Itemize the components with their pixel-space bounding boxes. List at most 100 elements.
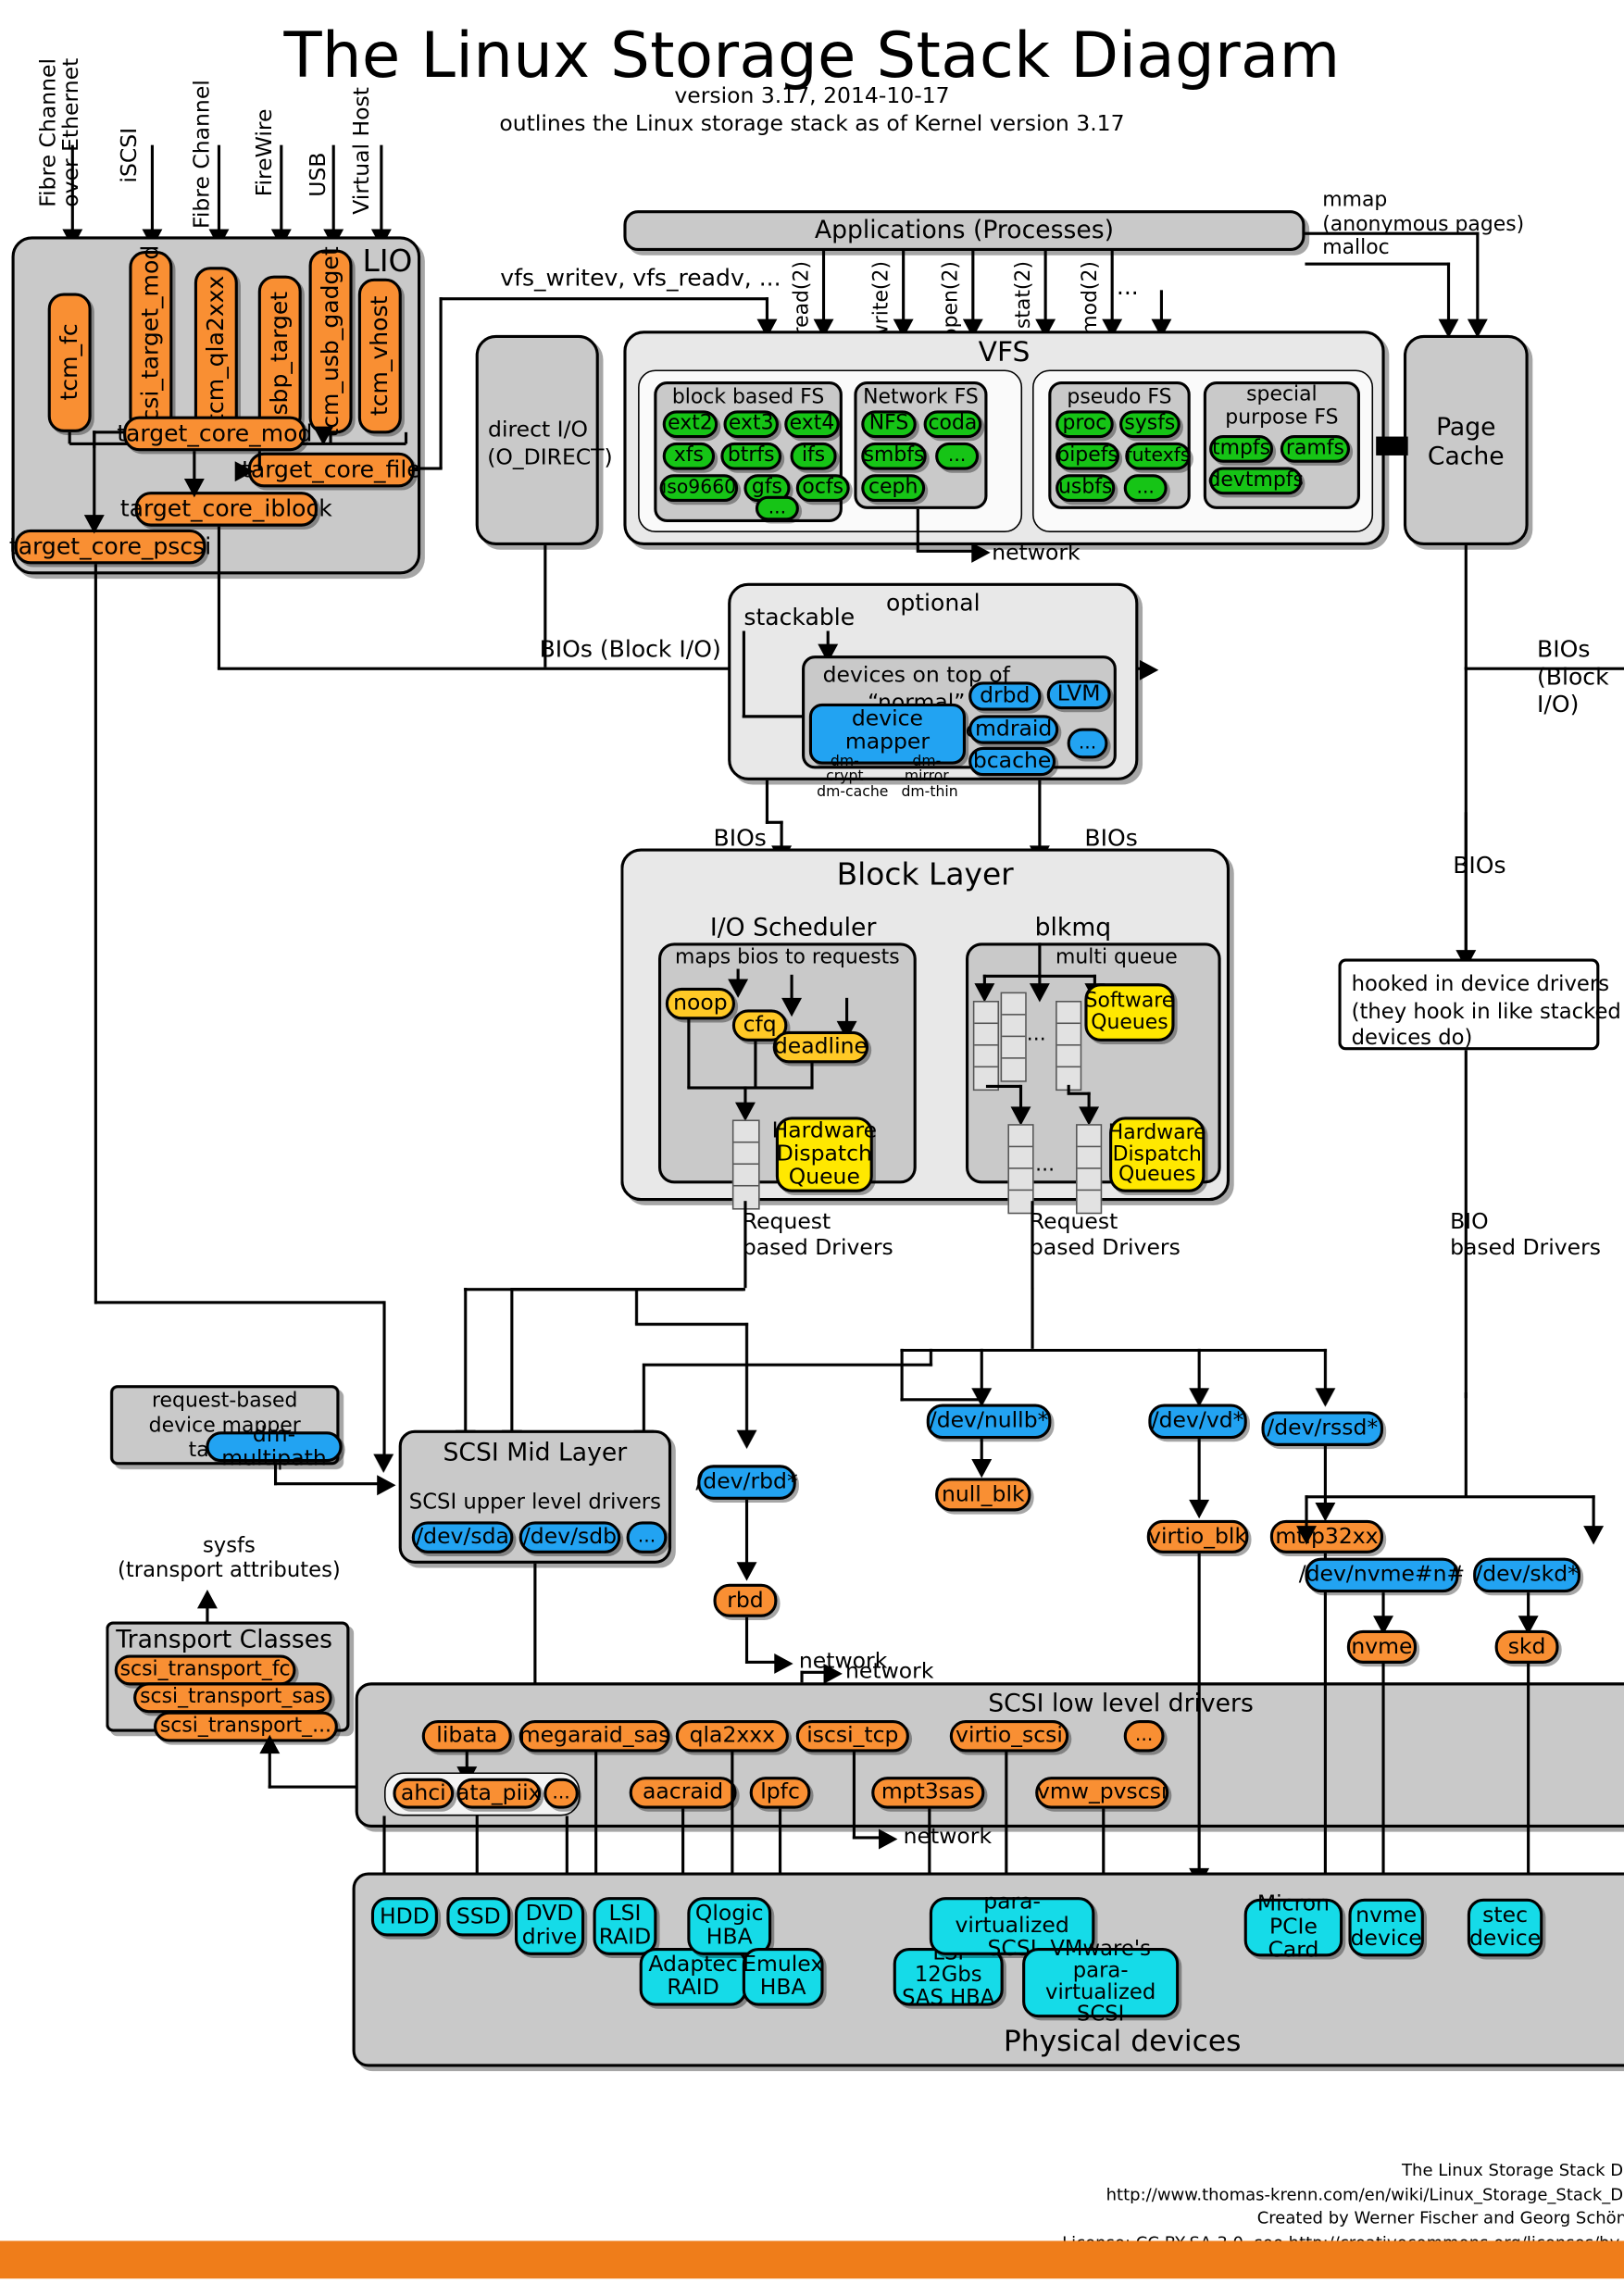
scsi-transport-fc[interactable]: scsi_transport_fc (114, 1654, 296, 1686)
fs-coda[interactable]: coda (923, 410, 982, 439)
driver-ata-more[interactable]: ... (543, 1778, 579, 1809)
fs-ramfs[interactable]: ramfs (1280, 434, 1351, 463)
driver-libata[interactable]: libata (421, 1720, 512, 1753)
stackable-mdraid[interactable]: mdraid (968, 715, 1059, 744)
ln-hooked-down (1464, 1050, 1468, 1399)
dev-vd[interactable]: /dev/vd* (1148, 1404, 1247, 1440)
fs-ext4-label: ext4 (789, 412, 835, 436)
ln-bus-mid (642, 1363, 932, 1366)
phys-nvme-device[interactable]: nvme device (1348, 1898, 1424, 1957)
fs-block-more[interactable]: ... (755, 495, 799, 521)
scsi-dev-sda[interactable]: /dev/sda (411, 1521, 514, 1554)
scsi-transport-more[interactable]: scsi_transport_... (154, 1711, 338, 1742)
driver-rbd[interactable]: rbd (713, 1583, 778, 1617)
fs-ext4[interactable]: ext4 (784, 410, 840, 439)
target-core-pscsi[interactable]: target_core_pscsi (9, 529, 211, 565)
hardware-queues-label-box[interactable]: Hardware Dispatch Queues (1108, 1117, 1206, 1192)
lio-module-tcm-qla2xxx[interactable]: tcm_qla2xxx (194, 267, 238, 432)
dev-skd[interactable]: /dev/skd* (1473, 1557, 1581, 1593)
driver-virtio-scsi[interactable]: virtio_scsi (949, 1720, 1069, 1753)
direct-io-line2: (O_DIRECT) (487, 443, 613, 470)
driver-scsi-more[interactable]: ... (1123, 1720, 1165, 1753)
hw-dispatch-queue-label-box[interactable]: Hardware Dispatch Queue (772, 1117, 877, 1192)
stackable-bcache[interactable]: bcache (968, 746, 1056, 777)
driver-nvme[interactable]: nvme (1346, 1629, 1418, 1664)
fs-ext2[interactable]: ext2 (662, 410, 718, 439)
lio-module-iscsi-target-mod[interactable]: iscsi_target_mod (129, 244, 173, 440)
driver-ahci[interactable]: ahci (393, 1778, 455, 1809)
phys-hdd[interactable]: HDD (370, 1897, 438, 1937)
dm-multipath[interactable]: dm-multipath (206, 1423, 343, 1468)
driver-lpfc[interactable]: lpfc (749, 1777, 811, 1809)
fs-network-more[interactable]: ... (935, 442, 980, 470)
scheduler-noop[interactable]: noop (665, 987, 735, 1020)
fs-nfs[interactable]: NFS (861, 410, 917, 439)
fs-pseudo-more[interactable]: ... (1123, 474, 1168, 503)
stackable-drbd[interactable]: drbd (968, 681, 1042, 711)
fs-sysfs[interactable]: sysfs (1119, 410, 1181, 439)
block-layer-title: Block Layer (836, 856, 1014, 892)
phys-lsi-raid[interactable]: LSI RAID (593, 1897, 657, 1955)
dev-nvme[interactable]: /dev/nvme#n# (1299, 1557, 1465, 1593)
software-queues-label-box[interactable]: Software Queues (1084, 983, 1175, 1042)
arrow-line-fc (217, 144, 221, 237)
driver-mtip32xx[interactable]: mtip32xx (1269, 1519, 1384, 1554)
lio-module-sbp-target[interactable]: sbp_target (257, 275, 302, 432)
driver-aacraid[interactable]: aacraid (629, 1777, 737, 1809)
driver-mpt3sas[interactable]: mpt3sas (871, 1777, 985, 1809)
ln-read (821, 249, 826, 327)
fs-usbfs[interactable]: usbfs (1056, 474, 1116, 503)
target-core-iblock-label: target_core_iblock (119, 493, 332, 522)
fs-ceph[interactable]: ceph (861, 474, 926, 503)
phys-stec-device[interactable]: stec device (1467, 1898, 1543, 1957)
phys-ssd[interactable]: SSD (446, 1897, 511, 1937)
driver-megaraid-sas[interactable]: megaraid_sas (518, 1720, 670, 1753)
phys-micron[interactable]: Micron PCIe Card (1243, 1892, 1343, 1961)
fs-ext3[interactable]: ext3 (723, 410, 779, 439)
driver-qla2xxx[interactable]: qla2xxx (675, 1720, 789, 1753)
scsi-dev-more[interactable]: ... (626, 1521, 668, 1554)
phys-adaptec-raid[interactable]: Adaptec RAID (639, 1948, 747, 2006)
ln-pscsi-h (94, 1301, 385, 1304)
dev-rssd[interactable]: /dev/rssd* (1261, 1411, 1384, 1446)
stackable-more[interactable]: ... (1067, 728, 1108, 759)
interface-label-fcoe: Fibre Channel over Ethernet (34, 57, 84, 207)
device-mapper-box[interactable]: device mapper dm-crypt dm-mirror dm-cach… (808, 703, 967, 799)
fs-pipefs[interactable]: pipefs (1056, 442, 1120, 470)
fs-proc[interactable]: proc (1056, 410, 1114, 439)
lio-module-tcm-usb-gadget[interactable]: tcm_usb_gadget (308, 246, 353, 437)
lio-module-tcm-fc[interactable]: tcm_fc (47, 293, 92, 432)
fs-ocfs[interactable]: ocfs (795, 474, 850, 503)
scsi-dev-sdb[interactable]: /dev/sdb (518, 1521, 621, 1554)
driver-null-blk[interactable]: null_blk (935, 1478, 1031, 1512)
fs-xfs[interactable]: xfs (662, 442, 716, 470)
fs-btrfs[interactable]: btrfs (720, 442, 782, 470)
stackable-lvm[interactable]: LVM (1046, 680, 1111, 710)
dev-nullb[interactable]: /dev/nullb* (926, 1404, 1052, 1440)
driver-vmw-pvscsi[interactable]: vmw_pvscsi (1035, 1777, 1169, 1809)
driver-ata-piix[interactable]: ata_piix (456, 1778, 542, 1809)
fs-smbfs[interactable]: smbfs (861, 442, 927, 470)
scsi-transport-sas[interactable]: scsi_transport_sas (133, 1682, 332, 1714)
target-core-file[interactable]: target_core_file (242, 452, 421, 488)
dev-rbd[interactable]: /dev/rbd* (695, 1465, 798, 1500)
driver-skd[interactable]: skd (1494, 1629, 1559, 1664)
fs-ifs[interactable]: ifs (790, 442, 837, 470)
phys-emulex-hba[interactable]: Emulex HBA (742, 1948, 824, 2006)
phys-vmware-scsi[interactable]: VMware's para-virtualized SCSI (1022, 1938, 1180, 2026)
phys-qlogic-hba[interactable]: Qlogic HBA (687, 1897, 772, 1955)
fs-iso9660[interactable]: iso9660 (659, 474, 739, 503)
scheduler-deadline[interactable]: deadline (772, 1030, 869, 1064)
fs-devtmpfs[interactable]: devtmpfs (1208, 467, 1304, 495)
lio-module-tcm-vhost[interactable]: tcm_vhost (357, 278, 402, 434)
driver-iscsi-tcp[interactable]: iscsi_tcp (795, 1720, 909, 1753)
driver-virtio-blk[interactable]: virtio_blk (1146, 1519, 1249, 1554)
target-core-iblock[interactable]: target_core_iblock (120, 492, 332, 527)
fs-futexfs[interactable]: futexfs (1125, 442, 1191, 470)
phys-dvd[interactable]: DVD drive (514, 1897, 585, 1955)
fs-block-more-label: ... (768, 496, 787, 519)
ah-hwq-2 (1079, 1106, 1100, 1126)
dm-thin: dm-thin (901, 783, 958, 801)
fs-tmpfs[interactable]: tmpfs (1209, 434, 1274, 463)
target-core-mod[interactable]: target_core_mod (117, 416, 312, 452)
